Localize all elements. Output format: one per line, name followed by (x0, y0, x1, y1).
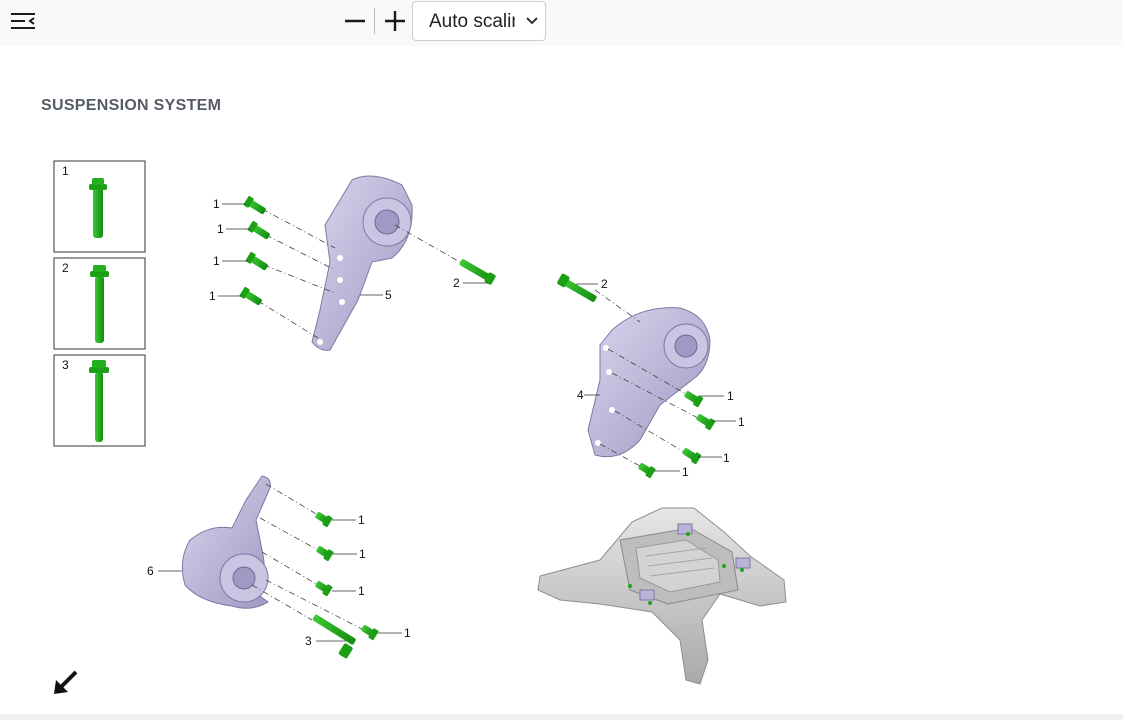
legend-box-3: 3 (53, 354, 146, 447)
callout-1: 1 (213, 197, 220, 211)
callout-2: 2 (453, 276, 460, 290)
assembly-lines-6 (251, 483, 365, 631)
callout-1: 1 (213, 254, 220, 268)
engine-mount-5 (311, 175, 413, 351)
legend-box-1: 1 (53, 160, 146, 253)
subframe-assembly (537, 507, 787, 685)
callout-1: 1 (738, 415, 745, 429)
callout-1: 1 (358, 513, 365, 527)
legend-number: 1 (62, 164, 69, 178)
callout-1: 1 (682, 465, 689, 479)
legend-number: 3 (62, 358, 69, 372)
callout-1: 1 (727, 389, 734, 403)
callout-3: 3 (305, 634, 312, 648)
callout-1: 1 (358, 584, 365, 598)
legend-number: 2 (62, 261, 69, 275)
legend-box-2: 2 (53, 257, 146, 350)
engine-mount-6 (181, 475, 271, 609)
callout-1: 1 (217, 222, 224, 236)
bolts-mount-6 (312, 512, 379, 659)
callout-2: 2 (601, 277, 608, 291)
callout-6: 6 (147, 564, 154, 578)
parts-diagram: 1 2 3 1 1 1 1 5 2 1 1 1 1 4 2 1 1 1 1 6 … (53, 160, 787, 685)
callout-5: 5 (385, 288, 392, 302)
callout-1: 1 (723, 451, 730, 465)
arrow-down-left-icon (54, 670, 78, 694)
engine-mount-4 (587, 307, 711, 458)
callout-1: 1 (359, 547, 366, 561)
callout-1: 1 (209, 289, 216, 303)
callout-1: 1 (404, 626, 411, 640)
callout-4: 4 (577, 388, 584, 402)
